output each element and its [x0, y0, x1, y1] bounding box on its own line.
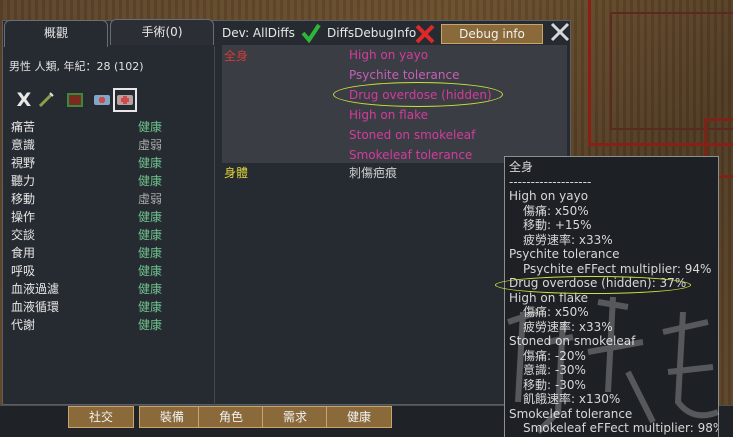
capacity-name: 痛苦: [11, 120, 36, 134]
tooltip-line: Psychite eFFect multiplier: 94%: [523, 261, 712, 276]
needs-tab-button[interactable]: 需求: [262, 406, 328, 428]
capacity-value: 健康: [138, 228, 163, 242]
pen-icon[interactable]: [35, 89, 57, 111]
tooltip-line: 全身: [509, 160, 534, 174]
close-icon[interactable]: [549, 21, 571, 43]
social-tab-button[interactable]: 社交: [68, 406, 134, 428]
capacity-value: 虛弱: [138, 138, 163, 152]
gear-tab-button[interactable]: 裝備: [139, 406, 205, 428]
hediff-item[interactable]: High on yayo: [349, 45, 564, 65]
checkmark-icon[interactable]: [301, 23, 321, 43]
capacity-name: 聽力: [11, 174, 36, 188]
capacity-value: 虛弱: [138, 192, 163, 206]
body-part-label: 全身: [224, 49, 249, 63]
tooltip-line: 移動: +15%: [523, 218, 592, 232]
dev-all-diffs-label: Dev: AllDiffs: [222, 26, 295, 40]
capacity-row: 痛苦 健康: [11, 118, 171, 136]
capacity-value: 健康: [138, 156, 163, 170]
capacities-table: 痛苦 健康 意識 虛弱 視野 健康 聽力 健康 移動 虛弱 操作 健康 交談 健康 食用 健康 …: [11, 118, 171, 334]
capacity-name: 交談: [11, 228, 36, 242]
box-icon[interactable]: [64, 89, 86, 111]
capacity-row: 視野 健康: [11, 154, 171, 172]
wall-structure: [610, 12, 733, 130]
capacity-name: 代謝: [11, 318, 36, 332]
capacity-row: 血液過濾 健康: [11, 280, 171, 298]
hediff-item[interactable]: High on flake: [349, 105, 564, 125]
debug-info-button[interactable]: Debug info: [441, 24, 543, 44]
capacity-row: 呼吸 健康: [11, 262, 171, 280]
red-x-icon[interactable]: [415, 24, 435, 44]
capacity-row: 聽力 健康: [11, 172, 171, 190]
capacity-name: 血液過濾: [11, 282, 60, 296]
medicine-icon[interactable]: [91, 89, 113, 111]
capacity-row: 移動 虛弱: [11, 190, 171, 208]
capacity-value: 健康: [138, 246, 163, 260]
capacity-value: 健康: [138, 318, 163, 332]
hediff-item[interactable]: Psychite tolerance: [349, 65, 564, 85]
tooltip-line: 疲勞速率: x33%: [523, 232, 613, 247]
capacity-row: 血液循環 健康: [11, 298, 171, 316]
capacity-name: 移動: [11, 192, 36, 206]
capacity-name: 操作: [11, 210, 36, 224]
clear-filter-icon[interactable]: X: [13, 89, 35, 111]
diffs-debug-label: DiffsDebugInfo: [327, 26, 417, 40]
capacity-name: 食用: [11, 246, 36, 260]
capacity-row: 食用 健康: [11, 244, 171, 262]
hediff-filter-bar: X: [13, 88, 143, 113]
capacity-name: 呼吸: [11, 264, 36, 278]
tab-operations[interactable]: 手術(0): [110, 19, 214, 45]
capacity-value: 健康: [138, 210, 163, 224]
watermark-calligraphy-icon: [507, 296, 720, 435]
pawn-info: 男性 人類, 年紀：28 (102): [9, 60, 144, 73]
capacity-name: 視野: [11, 156, 36, 170]
highlight-oval: [333, 82, 503, 107]
tab-overview[interactable]: 概觀: [4, 20, 108, 47]
capacity-value: 健康: [138, 300, 163, 314]
character-tab-button[interactable]: 角色: [198, 406, 264, 428]
hediff-item[interactable]: Stoned on smokeleaf: [349, 125, 564, 145]
capacity-row: 意識 虛弱: [11, 136, 171, 154]
tooltip-line: 傷痛: x50%: [523, 203, 589, 218]
body-part-label: 身體: [224, 166, 249, 180]
capacity-value: 健康: [138, 264, 163, 278]
capacity-value: 健康: [138, 120, 163, 134]
capacity-name: 血液循環: [11, 300, 60, 314]
dev-toolbar: Dev: AllDiffs DiffsDebugInfo Debug info: [222, 21, 572, 44]
selected-medicine-icon[interactable]: [113, 88, 137, 112]
hediff-item[interactable]: 刺傷疤痕: [349, 164, 397, 181]
tooltip-line: -------------------: [509, 174, 592, 189]
capacity-row: 交談 健康: [11, 226, 171, 244]
tooltip-line: Psychite tolerance: [509, 247, 620, 261]
health-tab-button[interactable]: 健康: [326, 406, 392, 428]
capacity-value: 健康: [138, 282, 163, 296]
panel-divider: [214, 46, 215, 405]
capacity-row: 操作 健康: [11, 208, 171, 226]
tooltip-line: High on yayo: [509, 189, 589, 203]
capacity-name: 意識: [11, 138, 36, 152]
capacity-row: 代謝 健康: [11, 316, 171, 334]
capacity-value: 健康: [138, 174, 163, 188]
